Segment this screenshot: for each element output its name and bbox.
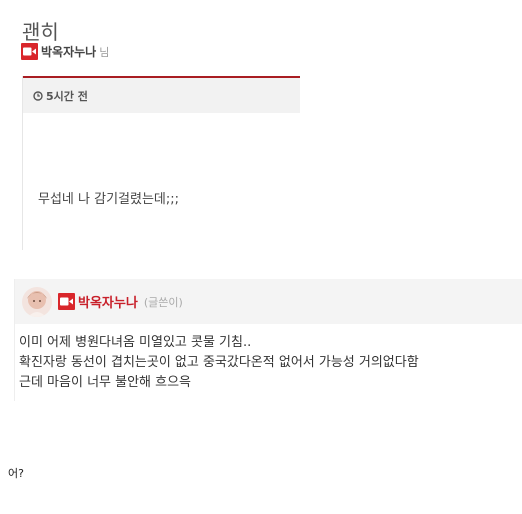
footer-text: 어? xyxy=(8,467,24,480)
post-author-name[interactable]: 박옥자누나 xyxy=(41,43,96,60)
comment-header: 박옥자누나 (글쓴이) xyxy=(15,279,522,324)
avatar[interactable] xyxy=(22,286,52,317)
post-author-suffix: 님 xyxy=(99,45,110,59)
video-camera-icon xyxy=(21,43,38,60)
post-author[interactable]: 박옥자누나 님 xyxy=(21,43,109,60)
comment-line: 이미 어제 병원다녀옴 미열있고 콧물 기침.. xyxy=(19,335,252,350)
comment: 박옥자누나 (글쓴이) 이미 어제 병원다녀옴 미열있고 콧물 기침.. 확진자… xyxy=(14,279,522,401)
comment-line: 근데 마음이 너무 불안해 흐으윽 xyxy=(19,375,192,390)
clock-icon xyxy=(33,90,43,101)
post-meta-bar: 5시간 전 xyxy=(23,78,300,113)
post-title: 괜히 xyxy=(22,20,59,44)
video-camera-icon xyxy=(58,293,75,310)
comment-author-name[interactable]: 박옥자누나 xyxy=(78,292,138,311)
comment-author-tag: (글쓴이) xyxy=(143,295,183,309)
post-card: 5시간 전 무섭네 나 감기걸렸는데;;; xyxy=(22,76,300,250)
comment-line: 확진자랑 동선이 겹치는곳이 없고 중국갔다온적 없어서 가능성 거의없다함 xyxy=(19,355,419,370)
post-body: 무섭네 나 감기걸렸는데;;; xyxy=(38,192,180,207)
post-time: 5시간 전 xyxy=(46,89,88,103)
comment-body: 이미 어제 병원다녀옴 미열있고 콧물 기침.. 확진자랑 동선이 겹치는곳이 … xyxy=(15,324,522,393)
